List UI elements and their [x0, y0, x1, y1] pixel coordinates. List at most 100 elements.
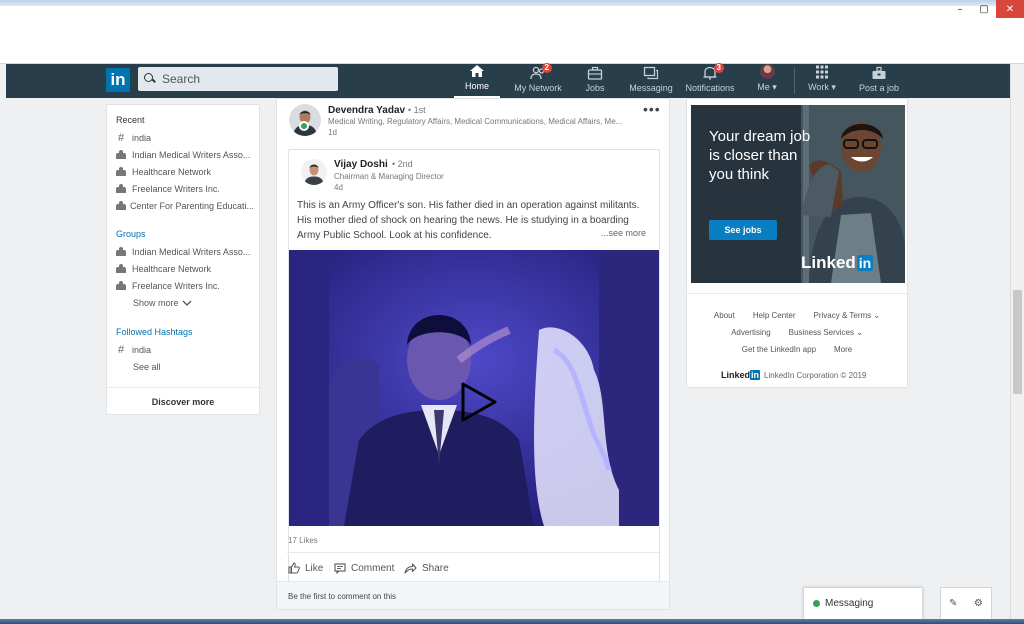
left-sidebar-card: Recent # india Indian Medical Writers As… [106, 104, 260, 415]
nav-work[interactable]: Work ▾ [804, 64, 840, 98]
comment-icon [334, 563, 346, 574]
groups-heading[interactable]: Groups [116, 229, 254, 243]
recent-item-label: india [132, 132, 152, 143]
post-time: 1d [328, 128, 337, 137]
author-name[interactable]: Devendra Yadav [328, 105, 405, 116]
comment-button[interactable]: Comment [334, 562, 394, 574]
jobs-ad[interactable]: Your dream job is closer than you think … [691, 105, 905, 283]
group-icon [116, 167, 126, 176]
group-item[interactable]: Indian Medical Writers Asso... [116, 243, 254, 260]
page-scrollbar[interactable] [1010, 64, 1024, 620]
nav-notifications[interactable]: 3 Notifications [684, 63, 736, 98]
recent-item-group[interactable]: Freelance Writers Inc. [116, 180, 254, 197]
recent-item-group[interactable]: Healthcare Network [116, 163, 254, 180]
right-sidebar-card: Your dream job is closer than you think … [686, 98, 908, 388]
footer-link-business-services[interactable]: Business Services ⌄ [789, 328, 863, 337]
avatar [759, 64, 775, 79]
linkedin-logo[interactable]: in [106, 68, 130, 92]
nav-jobs[interactable]: Jobs [580, 64, 610, 98]
group-item-label: Healthcare Network [132, 263, 212, 274]
chevron-down-icon [182, 300, 191, 306]
group-icon [116, 201, 126, 210]
ad-brand: Linked [801, 253, 856, 272]
shared-post-time: 4d [334, 183, 343, 192]
group-icon [116, 150, 126, 159]
hashtag-item-india[interactable]: # india [116, 341, 254, 358]
footer-link-get-app[interactable]: Get the LinkedIn app [742, 345, 816, 354]
shared-author-name[interactable]: Vijay Doshi [334, 159, 388, 170]
footer-link-help-center[interactable]: Help Center [753, 311, 796, 320]
nav-messaging-label: Messaging [629, 83, 673, 93]
os-taskbar [0, 619, 1024, 624]
comment-label: Comment [351, 562, 395, 574]
copyright-text: LinkedIn Corporation © 2019 [764, 370, 867, 380]
see-jobs-button[interactable]: See jobs [709, 220, 777, 240]
ad-brand-in: in [856, 255, 874, 271]
group-icon [116, 281, 126, 290]
nav-home[interactable]: Home [454, 64, 500, 98]
shared-author-avatar[interactable] [301, 159, 327, 185]
recent-item-india[interactable]: # india [116, 129, 254, 146]
network-badge: 2 [541, 63, 552, 73]
likes-count[interactable]: 17 Likes [288, 536, 318, 545]
footer-copyright: Linkedin LinkedIn Corporation © 2019 [721, 370, 866, 380]
footer-links-row: Get the LinkedIn app More [687, 345, 907, 354]
share-label: Share [422, 562, 449, 574]
see-more-link[interactable]: ...see more [601, 228, 647, 238]
more-options-icon[interactable]: ••• [643, 101, 661, 117]
recent-item-group[interactable]: Center For Parenting Educati... [116, 197, 254, 214]
linkedin-ad-logo: Linked in [801, 253, 874, 273]
see-all-link[interactable]: See all [116, 358, 254, 375]
recent-item-group[interactable]: Indian Medical Writers Asso... [116, 146, 254, 163]
mini-brand-in: in [750, 370, 761, 380]
minimize-button[interactable]: – [948, 0, 972, 18]
compose-icon[interactable]: ✎ [949, 598, 957, 609]
followed-hashtags-heading[interactable]: Followed Hashtags [116, 327, 254, 341]
shared-author-title: Chairman & Managing Director [334, 172, 444, 181]
footer-link-about[interactable]: About [714, 311, 735, 320]
show-more-button[interactable]: Show more [116, 294, 254, 311]
messaging-bar[interactable]: Messaging [803, 587, 923, 619]
author-avatar[interactable] [289, 104, 321, 136]
show-more-label: Show more [133, 297, 179, 308]
footer-link-more[interactable]: More [834, 345, 852, 354]
hashtag-item-label: india [132, 344, 152, 355]
nav-post-a-job[interactable]: Post a job [858, 64, 900, 98]
close-button[interactable]: ✕ [996, 0, 1024, 18]
video-player[interactable] [289, 250, 659, 526]
search-input[interactable] [162, 72, 322, 86]
nav-me[interactable]: Me ▾ [752, 64, 782, 98]
search-box[interactable] [138, 67, 338, 91]
footer-link-advertising[interactable]: Advertising [731, 328, 771, 337]
group-icon [116, 184, 126, 193]
group-item[interactable]: Healthcare Network [116, 260, 254, 277]
post-text: This is an Army Officer's son. His fathe… [297, 198, 653, 243]
nav-notifications-label: Notifications [685, 83, 735, 93]
messaging-label: Messaging [825, 598, 874, 609]
comment-prompt-bar[interactable]: Be the first to comment on this [277, 581, 669, 609]
shared-author-photo [301, 159, 327, 185]
notifications-badge: 3 [713, 63, 724, 73]
group-icon [116, 264, 126, 273]
maximize-button[interactable]: ▢ [972, 0, 996, 18]
nav-divider [794, 68, 795, 94]
post-text-line: His mother died of shock on hearing the … [297, 215, 629, 226]
share-icon [404, 563, 417, 574]
briefcase-icon [587, 66, 603, 80]
nav-messaging[interactable]: Messaging [628, 64, 674, 98]
share-button[interactable]: Share [404, 562, 449, 574]
scrollbar-thumb[interactable] [1013, 290, 1022, 394]
like-button[interactable]: Like [288, 562, 323, 574]
hashtag-icon: # [117, 131, 125, 144]
online-status-dot [813, 600, 820, 607]
footer-link-privacy-terms[interactable]: Privacy & Terms ⌄ [814, 311, 881, 320]
window-controls: – ▢ ✕ [948, 0, 1024, 18]
post-text-line: Army Public School. Look at his confiden… [297, 230, 492, 241]
settings-gear-icon[interactable]: ⚙ [974, 598, 983, 609]
play-icon[interactable] [459, 380, 499, 424]
group-item[interactable]: Freelance Writers Inc. [116, 277, 254, 294]
discover-more-button[interactable]: Discover more [107, 391, 259, 413]
post-text-line: This is an Army Officer's son. His fathe… [297, 200, 640, 211]
nav-my-network[interactable]: 2 My Network [512, 63, 564, 98]
feed-post-card: Devendra Yadav • 1st Medical Writing, Re… [276, 98, 670, 610]
